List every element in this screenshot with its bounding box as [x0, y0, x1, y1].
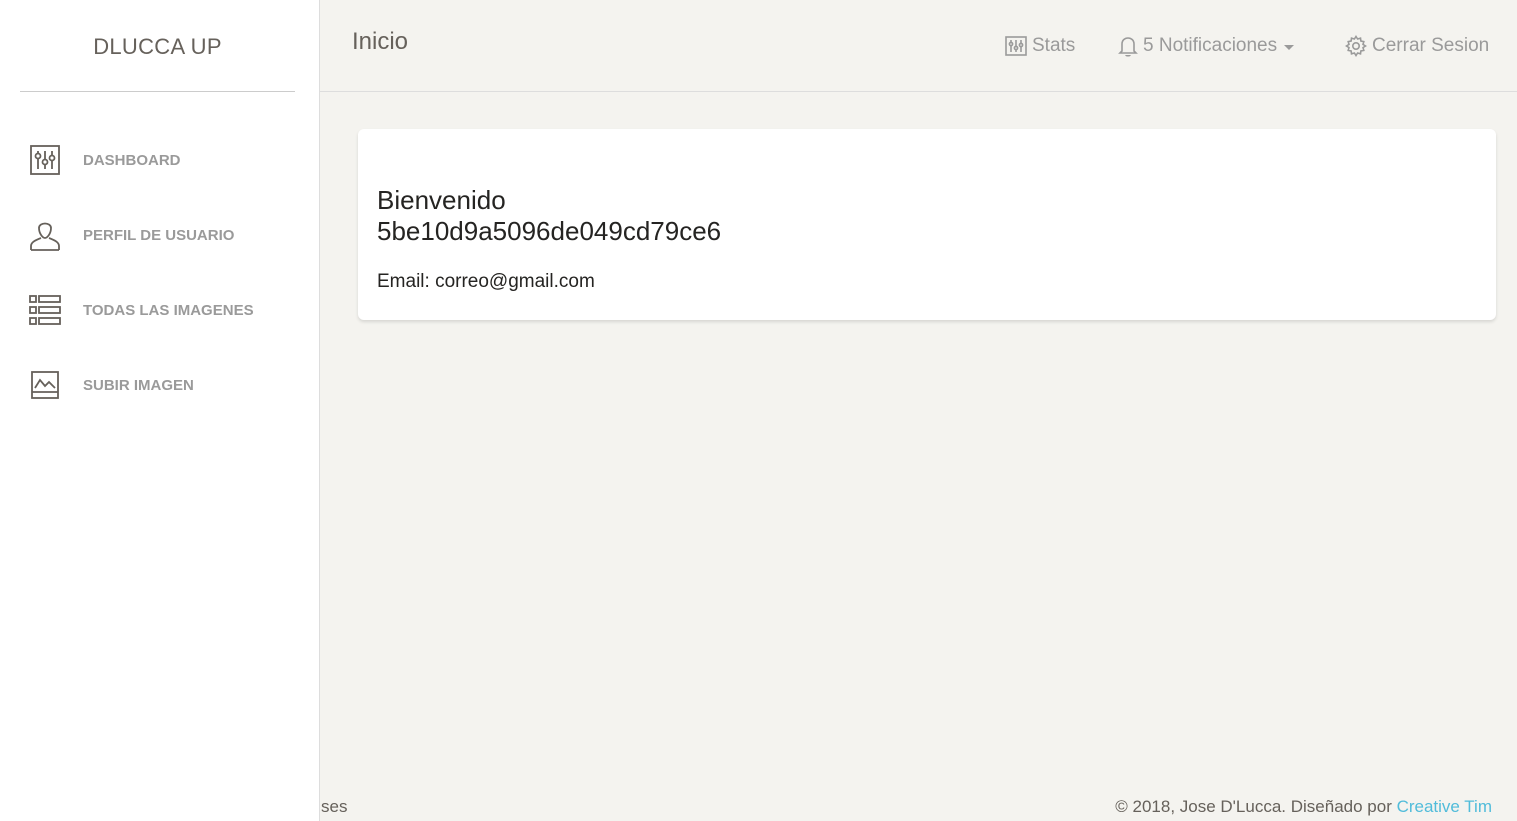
stats-icon — [1005, 36, 1027, 56]
sidebar-item-label: SUBIR IMAGEN — [83, 376, 194, 394]
chevron-down-icon — [1284, 44, 1295, 50]
creative-tim-link[interactable]: Creative Tim — [1397, 797, 1492, 816]
page-title: Inicio — [352, 28, 409, 55]
stats-label: Stats — [1032, 35, 1076, 56]
sidebar-item-dashboard[interactable]: DASHBOARD — [0, 130, 320, 190]
sidebar-item-profile[interactable]: PERFIL DE USUARIO — [0, 205, 320, 265]
user-icon — [28, 218, 62, 252]
sidebar-item-label: PERFIL DE USUARIO — [83, 226, 235, 244]
footer-copyright: © 2018, Jose D'Lucca. Diseñado por Creat… — [1115, 797, 1492, 817]
stats-link[interactable]: Stats — [1005, 32, 1075, 60]
welcome-greeting: Bienvenido — [377, 185, 506, 215]
sidebar-item-upload-image[interactable]: SUBIR IMAGEN — [0, 355, 320, 415]
logout-link[interactable]: Cerrar Sesion — [1345, 32, 1489, 60]
bell-icon — [1118, 37, 1138, 57]
panel-icon — [28, 143, 62, 177]
welcome-card: Bienvenido 5be10d9a5096de049cd79ce6 Emai… — [358, 129, 1496, 320]
sidebar: DLUCCA UP DASHBOARD PERFIL DE USUARIO TO… — [0, 0, 320, 821]
list-icon — [28, 293, 62, 327]
welcome-title: Bienvenido 5be10d9a5096de049cd79ce6 — [377, 185, 721, 247]
user-id: 5be10d9a5096de049cd79ce6 — [377, 216, 722, 246]
gear-icon — [1345, 35, 1367, 57]
user-email: Email: correo@gmail.com — [377, 271, 595, 292]
top-navbar: Inicio Stats 5 Notificaciones Cerrar Ses… — [320, 0, 1517, 92]
copyright-text: © 2018, Jose D'Lucca. Diseñado por — [1115, 797, 1397, 816]
notifications-label: 5 Notificaciones — [1143, 35, 1278, 56]
sidebar-item-label: TODAS LAS IMAGENES — [83, 301, 254, 319]
image-icon — [28, 368, 62, 402]
notifications-dropdown[interactable]: 5 Notificaciones — [1118, 32, 1295, 60]
sidebar-item-all-images[interactable]: TODAS LAS IMAGENES — [0, 280, 320, 340]
footer-left-text: ses — [321, 797, 348, 816]
sidebar-item-label: DASHBOARD — [83, 151, 181, 169]
brand-logo[interactable]: DLUCCA UP — [20, 0, 295, 92]
logout-label: Cerrar Sesion — [1372, 35, 1490, 56]
